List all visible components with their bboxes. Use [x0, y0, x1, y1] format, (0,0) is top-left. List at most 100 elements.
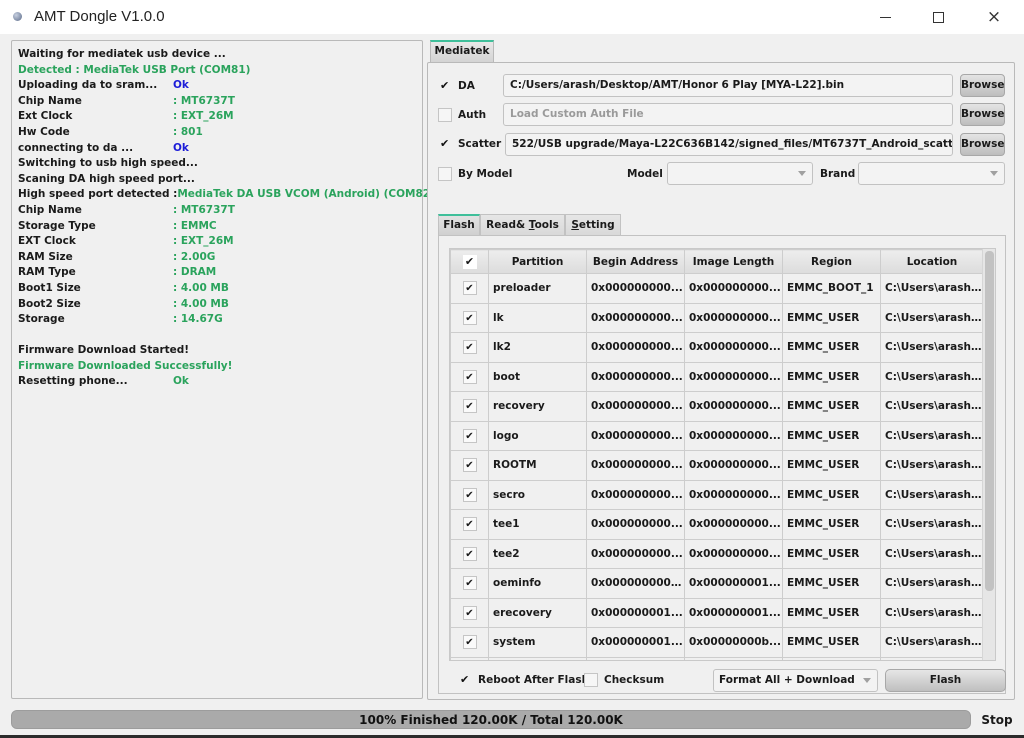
- reboot-after-flash-checkbox[interactable]: [458, 673, 472, 687]
- table-row[interactable]: ✔ tee1 0x000000000... 0x000000000... EMMC_US…: [450, 509, 984, 540]
- scatter-browse-button[interactable]: Browse: [960, 133, 1005, 156]
- download-mode-value: Format All + Download: [719, 674, 855, 686]
- flash-button[interactable]: Flash: [885, 669, 1006, 692]
- row-checkbox[interactable]: ✔: [462, 576, 477, 591]
- cell-begin: 0x00000000d...: [586, 656, 685, 660]
- da-path-field[interactable]: C:/Users/arash/Desktop/AMT/Honor 6 Play …: [503, 74, 953, 97]
- table-row[interactable]: ✔ lk2 0x000000000... 0x000000000... EMMC_USE…: [450, 332, 984, 363]
- column-header-image-length[interactable]: Image Length: [684, 249, 783, 274]
- table-row[interactable]: ✔ ROOTM 0x000000000... 0x000000000... EMMC_U…: [450, 450, 984, 481]
- maximize-button[interactable]: [915, 0, 961, 34]
- row-checkbox[interactable]: ✔: [462, 635, 477, 650]
- da-checkbox[interactable]: [438, 79, 452, 93]
- flash-options-row: Reboot After Flash Checksum Format All +…: [449, 668, 1006, 692]
- tab-setting[interactable]: Setting: [565, 214, 621, 236]
- log-label: Hw Code: [18, 125, 70, 138]
- da-browse-button[interactable]: Browse: [960, 74, 1005, 97]
- checksum-checkbox[interactable]: [584, 673, 598, 687]
- table-row[interactable]: ✔ preloader 0x000000000... 0x000000000... EM…: [450, 273, 984, 304]
- cell-begin: 0x000000000...: [586, 332, 685, 363]
- cell-partition: lk: [488, 302, 587, 333]
- log-label: Storage Type: [18, 219, 96, 232]
- row-checkbox[interactable]: ✔: [462, 517, 477, 532]
- scatter-path-field[interactable]: 522/USB upgrade/Maya-L22C636B142/signed_…: [505, 133, 953, 156]
- row-checkbox[interactable]: ✔: [462, 458, 477, 473]
- row-checkbox-cell: ✔: [450, 597, 489, 628]
- log-value: : EMMC: [173, 219, 217, 232]
- row-checkbox[interactable]: ✔: [462, 605, 477, 620]
- minimize-button[interactable]: [862, 0, 908, 34]
- log-label: Waiting for mediatek usb device ...: [18, 48, 226, 60]
- chevron-down-icon: [798, 171, 806, 176]
- log-line: Storage Type : EMMC: [18, 219, 416, 235]
- cell-length: 0x000000000...: [684, 420, 783, 451]
- row-checkbox-cell: ✔: [450, 273, 489, 304]
- log-label: Resetting phone...: [18, 375, 128, 388]
- row-checkbox-cell: ✔: [450, 509, 489, 540]
- row-checkbox[interactable]: ✔: [462, 487, 477, 502]
- row-checkbox-cell: ✔: [450, 538, 489, 569]
- mediatek-tab-body: DA C:/Users/arash/Desktop/AMT/Honor 6 Pl…: [427, 62, 1015, 700]
- tab-mediatek[interactable]: Mediatek: [430, 40, 494, 63]
- cell-length: 0x000000000...: [684, 332, 783, 363]
- column-header-begin-address[interactable]: Begin Address: [586, 249, 685, 274]
- table-row[interactable]: ✔ recovery 0x000000000... 0x000000000... EMM…: [450, 391, 984, 422]
- cell-location: C:\Users\arash\...: [880, 361, 984, 392]
- cell-location: C:\Users\arash\...: [880, 627, 984, 658]
- table-row[interactable]: ✔ system 0x000000001... 0x00000000b... EMMC_…: [450, 627, 984, 658]
- table-row[interactable]: ✔ boot 0x000000000... 0x000000000... EMMC_US…: [450, 361, 984, 392]
- scatter-checkbox[interactable]: [438, 137, 452, 151]
- stop-button[interactable]: Stop: [978, 711, 1016, 729]
- log-line: EXT Clock: EXT_26M: [18, 234, 416, 250]
- log-value: : MT6737T: [173, 203, 235, 216]
- table-row[interactable]: ✔ secro 0x000000000... 0x000000000... EMMC_U…: [450, 479, 984, 510]
- row-checkbox[interactable]: ✔: [462, 369, 477, 384]
- row-checkbox[interactable]: ✔: [462, 281, 477, 296]
- cell-partition: tee1: [488, 509, 587, 540]
- tab-read-tools[interactable]: Read& Tools: [480, 214, 565, 236]
- table-scrollbar-thumb[interactable]: [985, 251, 994, 591]
- column-header-location[interactable]: Location: [880, 249, 984, 274]
- table-row[interactable]: ✔ tee2 0x000000000... 0x000000000... EMMC_US…: [450, 538, 984, 569]
- auth-path-field[interactable]: Load Custom Auth File: [503, 103, 953, 126]
- close-button[interactable]: ×: [971, 0, 1017, 34]
- cell-begin: 0x000000001...: [586, 627, 685, 658]
- select-all-cell[interactable]: ✔: [450, 249, 489, 274]
- download-mode-select[interactable]: Format All + Download: [713, 669, 878, 692]
- table-row[interactable]: ✔ erecovery 0x000000001... 0x000000001... EM…: [450, 597, 984, 628]
- row-checkbox[interactable]: ✔: [462, 399, 477, 414]
- cell-location: C:\Users\arash\...: [880, 479, 984, 510]
- table-row[interactable]: ✔cust0x00000000d...0x00000000f0...EMMC_U…: [450, 656, 984, 660]
- row-checkbox[interactable]: ✔: [462, 428, 477, 443]
- row-checkbox[interactable]: ✔: [462, 340, 477, 355]
- close-icon: ×: [986, 6, 1002, 27]
- table-row[interactable]: ✔ lk 0x000000000... 0x000000000... EMMC_USER…: [450, 302, 984, 333]
- table-scrollbar[interactable]: [982, 249, 995, 660]
- log-value: : 801: [173, 125, 203, 138]
- auth-checkbox[interactable]: [438, 108, 452, 122]
- progress-bar: 100% Finished 120.00K / Total 120.00K: [11, 710, 971, 729]
- row-checkbox[interactable]: ✔: [462, 310, 477, 325]
- table-row[interactable]: ✔ logo 0x000000000... 0x000000000... EMMC_US…: [450, 420, 984, 451]
- cell-length: 0x000000000...: [684, 361, 783, 392]
- table-row[interactable]: ✔ oeminfo 0x000000000f... 0x000000001... EMM…: [450, 568, 984, 599]
- column-header-region[interactable]: Region: [782, 249, 881, 274]
- column-header-partition[interactable]: Partition: [488, 249, 587, 274]
- model-select[interactable]: [667, 162, 813, 185]
- select-all-checkbox[interactable]: ✔: [462, 254, 477, 269]
- cell-begin: 0x000000000...: [586, 479, 685, 510]
- auth-browse-button[interactable]: Browse: [960, 103, 1005, 126]
- row-checkbox[interactable]: ✔: [462, 546, 477, 561]
- brand-select[interactable]: [858, 162, 1005, 185]
- cell-partition: tee2: [488, 538, 587, 569]
- cell-partition: ROOTM: [488, 450, 587, 481]
- cell-length: 0x000000000...: [684, 391, 783, 422]
- cell-region: EMMC_BOOT_1: [782, 273, 881, 304]
- tab-flash[interactable]: Flash: [438, 214, 480, 236]
- cell-region: EMMC_USER: [782, 479, 881, 510]
- by-model-checkbox[interactable]: [438, 167, 452, 181]
- log-line: Firmware Downloaded Successfully!: [18, 359, 416, 375]
- log-label: RAM Size: [18, 250, 73, 263]
- log-line: Ext Clock: EXT_26M: [18, 109, 416, 125]
- log-line: High speed port detected : MediaTek DA U…: [18, 187, 435, 203]
